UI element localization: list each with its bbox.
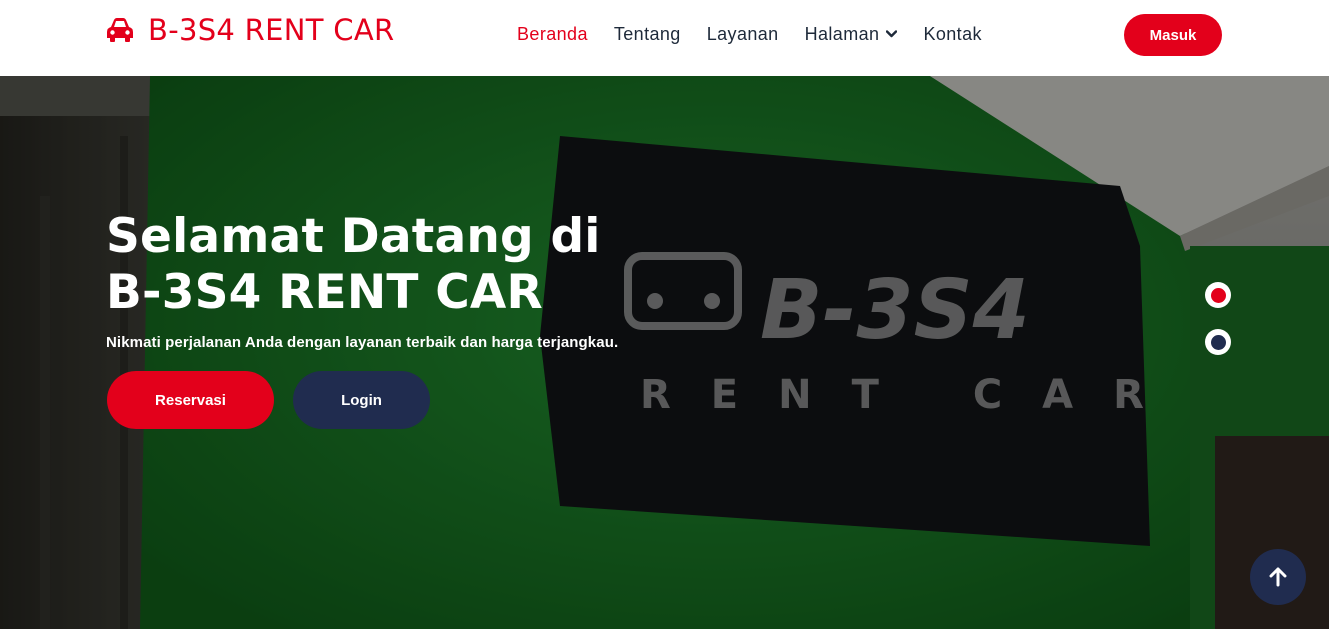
nav-dropdown-halaman[interactable]: Halaman <box>805 24 898 45</box>
masuk-button[interactable]: Masuk <box>1124 14 1222 56</box>
hero-title: Selamat Datang di B-3S4 RENT CAR <box>106 209 666 321</box>
nav-link-kontak[interactable]: Kontak <box>923 24 981 45</box>
nav-link-layanan[interactable]: Layanan <box>707 24 779 45</box>
brand-name: B-3S4 RENT CAR <box>148 13 395 47</box>
hero-overlay <box>0 76 1329 629</box>
car-icon <box>107 18 133 42</box>
nav-link-halaman-label: Halaman <box>804 23 880 44</box>
hero-subtitle: Nikmati perjalanan Anda dengan layanan t… <box>106 334 619 351</box>
carousel-dot-2[interactable] <box>1205 329 1231 355</box>
carousel-dot-1-fill <box>1210 287 1226 303</box>
login-button[interactable]: Login <box>293 371 430 429</box>
navbar: B-3S4 RENT CAR Beranda Tentang Layanan H… <box>0 0 1329 76</box>
carousel-dot-2-fill <box>1210 334 1226 350</box>
nav-link-beranda[interactable]: Beranda <box>517 24 588 45</box>
nav-link-tentang[interactable]: Tentang <box>614 24 681 45</box>
hero-title-line2: B-3S4 RENT CAR <box>106 265 543 320</box>
hero-carousel: B-3S4 RENT CAR Selamat Datang di B-3S4 R… <box>0 76 1329 629</box>
chevron-down-icon <box>886 30 898 38</box>
arrow-up-icon <box>1269 567 1287 587</box>
scroll-to-top-button[interactable] <box>1250 549 1306 605</box>
carousel-dot-1[interactable] <box>1205 282 1231 308</box>
reservasi-button[interactable]: Reservasi <box>107 371 274 429</box>
hero-title-line1: Selamat Datang di <box>106 209 601 264</box>
brand-logo[interactable]: B-3S4 RENT CAR <box>106 14 394 46</box>
main-nav: Beranda Tentang Layanan Halaman Kontak <box>517 22 1008 46</box>
